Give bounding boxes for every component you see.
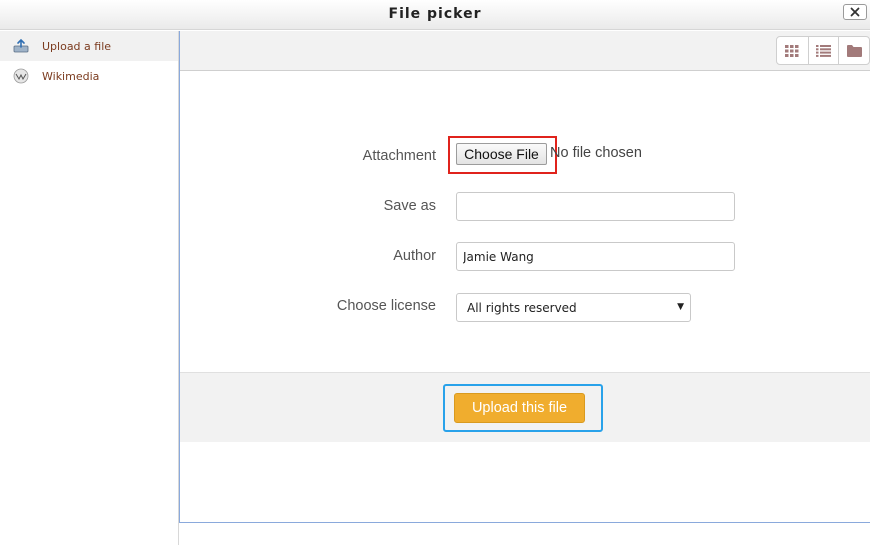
list-view-icon xyxy=(815,44,831,57)
sidebar-item-label: Upload a file xyxy=(42,39,112,53)
close-button[interactable] xyxy=(843,4,867,20)
folder-view-button[interactable] xyxy=(838,37,869,64)
upload-icon xyxy=(12,38,29,55)
sidebar-item-label: Wikimedia xyxy=(42,69,100,83)
save-as-label: Save as xyxy=(383,198,436,214)
upload-file-button[interactable]: Upload this file xyxy=(454,393,585,423)
file-picker-content: Attachment Choose File No file chosen Sa… xyxy=(179,31,870,523)
author-label: Author xyxy=(393,248,436,264)
folder-view-icon xyxy=(846,44,862,57)
dropdown-caret-icon: ▼ xyxy=(677,302,684,312)
dialog-title: File picker xyxy=(388,6,482,22)
repository-sidebar: Upload a file Wikimedia xyxy=(0,31,179,545)
sidebar-item-upload[interactable]: Upload a file xyxy=(0,31,178,61)
close-icon xyxy=(850,7,860,17)
license-label: Choose license xyxy=(336,298,436,314)
icons-view-icon xyxy=(785,44,799,57)
license-selected-value: All rights reserved xyxy=(467,300,577,315)
icons-view-button[interactable] xyxy=(777,37,808,64)
license-select[interactable]: All rights reserved ▼ xyxy=(456,293,691,322)
list-view-button[interactable] xyxy=(807,37,839,64)
file-status-text: No file chosen xyxy=(550,145,642,161)
view-mode-group xyxy=(776,36,870,65)
view-toolbar xyxy=(180,31,870,71)
choose-file-button[interactable]: Choose File xyxy=(456,143,547,165)
save-as-input[interactable] xyxy=(456,192,735,221)
wikipedia-icon xyxy=(12,68,29,85)
attachment-label: Attachment xyxy=(362,148,436,164)
sidebar-item-wikimedia[interactable]: Wikimedia xyxy=(0,61,178,91)
author-input[interactable] xyxy=(456,242,735,271)
form-footer: Upload this file xyxy=(180,372,870,442)
dialog-titlebar: File picker xyxy=(0,0,870,30)
